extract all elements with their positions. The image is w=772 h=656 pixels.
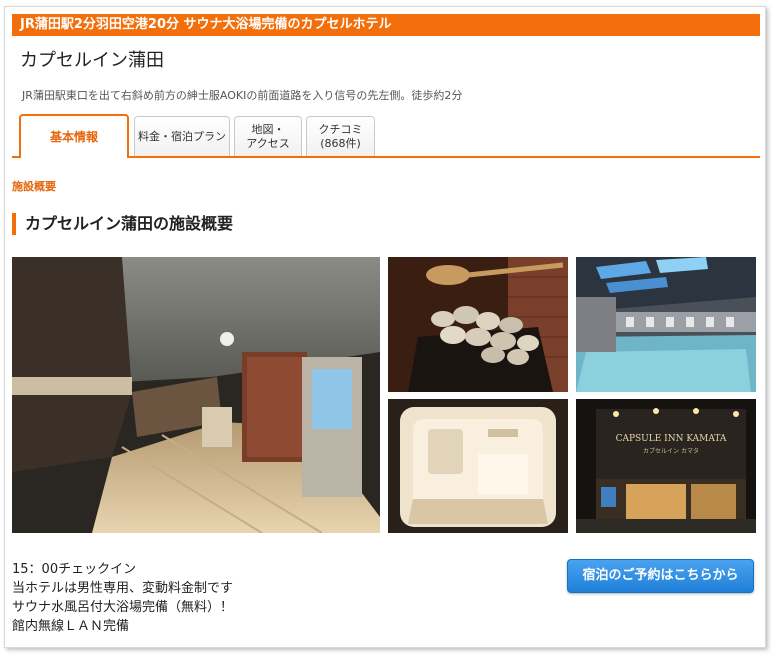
tab-rates-plans[interactable]: 料金・宿泊プラン [134, 116, 230, 156]
breadcrumb: 施設概要 [12, 180, 56, 193]
photo-exterior[interactable]: CAPSULE INN KAMATA カプセルイン カマタ [576, 399, 756, 533]
tab-bar: 基本情報 料金・宿泊プラン 地図・ アクセス クチコミ (868件) [12, 114, 760, 158]
tab-basic-info[interactable]: 基本情報 [19, 114, 129, 158]
tab-map-access[interactable]: 地図・ アクセス [234, 116, 302, 156]
photo-sauna-stones[interactable] [388, 257, 568, 392]
description-line: 15：00チェックイン [12, 562, 137, 577]
hotel-name: カプセルイン蒲田 [20, 50, 164, 71]
signage-text: CAPSULE INN KAMATA [616, 434, 727, 444]
photo-corridor[interactable] [12, 257, 380, 533]
reserve-button[interactable]: 宿泊のご予約はこちらから [567, 559, 754, 593]
photo-capsule-room[interactable] [388, 399, 568, 533]
photo-public-bath[interactable] [576, 257, 756, 392]
section-title: カプセルイン蒲田の施設概要 [12, 213, 233, 235]
signage-sub-text: カプセルイン カマタ [643, 447, 699, 455]
description-line: サウナ水風呂付大浴場完備（無料）！ [12, 600, 234, 615]
catch-copy-banner: JR蒲田駅2分羽田空港20分 サウナ大浴場完備のカプセルホテル [12, 14, 760, 36]
access-info: JR蒲田駅東口を出て右斜め前方の紳士服AOKIの前面道路を入り信号の先左側。徒歩… [22, 89, 463, 102]
facility-description: 15：00チェックイン 当ホテルは男性専用、変動料金制です サウナ水風呂付大浴場… [12, 560, 233, 636]
description-line: 館内無線ＬＡＮ完備 [12, 619, 130, 634]
tab-reviews[interactable]: クチコミ (868件) [306, 116, 375, 156]
description-line: 当ホテルは男性専用、変動料金制です [12, 581, 234, 596]
